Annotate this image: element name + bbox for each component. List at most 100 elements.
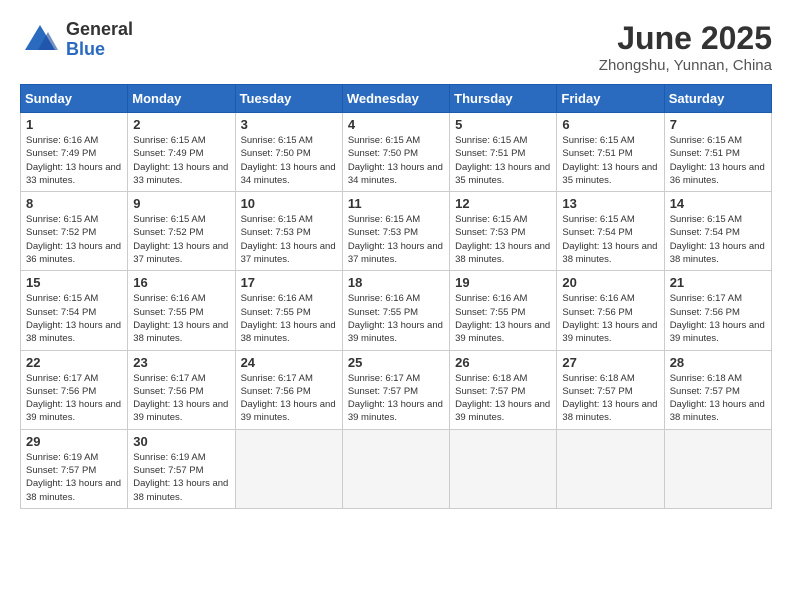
day-number: 12 xyxy=(455,196,551,211)
col-header-saturday: Saturday xyxy=(664,85,771,113)
day-info: Sunrise: 6:16 AMSunset: 7:55 PMDaylight:… xyxy=(348,292,444,345)
day-number: 30 xyxy=(133,434,229,449)
day-number: 14 xyxy=(670,196,766,211)
header-row: SundayMondayTuesdayWednesdayThursdayFrid… xyxy=(21,85,772,113)
day-cell-22: 22 Sunrise: 6:17 AMSunset: 7:56 PMDayligh… xyxy=(21,350,128,429)
day-number: 27 xyxy=(562,355,658,370)
day-cell-3: 3Sunrise: 6:15 AMSunset: 7:50 PMDaylight… xyxy=(235,113,342,192)
logo-icon xyxy=(20,20,60,60)
day-info: Sunrise: 6:16 AMSunset: 7:55 PMDaylight:… xyxy=(241,292,337,345)
calendar-subtitle: Zhongshu, Yunnan, China xyxy=(599,57,772,74)
col-header-sunday: Sunday xyxy=(21,85,128,113)
day-info: Sunrise: 6:15 AMSunset: 7:49 PMDaylight:… xyxy=(133,134,229,187)
day-number: 22 xyxy=(26,355,122,370)
day-number: 20 xyxy=(562,275,658,290)
day-cell-18: 18 Sunrise: 6:16 AMSunset: 7:55 PMDayligh… xyxy=(342,271,449,350)
day-cell-25: 25 Sunrise: 6:17 AMSunset: 7:57 PMDayligh… xyxy=(342,350,449,429)
day-info: Sunrise: 6:15 AMSunset: 7:54 PMDaylight:… xyxy=(26,292,122,345)
header: General Blue June 2025 Zhongshu, Yunnan,… xyxy=(20,20,772,74)
week-row-4: 22 Sunrise: 6:17 AMSunset: 7:56 PMDayligh… xyxy=(21,350,772,429)
day-number: 23 xyxy=(133,355,229,370)
day-info: Sunrise: 6:15 AMSunset: 7:52 PMDaylight:… xyxy=(26,213,122,266)
day-number: 18 xyxy=(348,275,444,290)
day-info: Sunrise: 6:17 AMSunset: 7:56 PMDaylight:… xyxy=(241,372,337,425)
day-info: Sunrise: 6:15 AMSunset: 7:54 PMDaylight:… xyxy=(562,213,658,266)
day-info: Sunrise: 6:17 AMSunset: 7:56 PMDaylight:… xyxy=(133,372,229,425)
day-info: Sunrise: 6:15 AMSunset: 7:53 PMDaylight:… xyxy=(241,213,337,266)
day-info: Sunrise: 6:18 AMSunset: 7:57 PMDaylight:… xyxy=(455,372,551,425)
day-cell-24: 24 Sunrise: 6:17 AMSunset: 7:56 PMDayligh… xyxy=(235,350,342,429)
day-info: Sunrise: 6:16 AMSunset: 7:49 PMDaylight:… xyxy=(26,134,122,187)
day-number: 1 xyxy=(26,117,122,132)
day-cell-13: 13 Sunrise: 6:15 AMSunset: 7:54 PMDayligh… xyxy=(557,192,664,271)
day-number: 17 xyxy=(241,275,337,290)
day-cell-20: 20 Sunrise: 6:16 AMSunset: 7:56 PMDayligh… xyxy=(557,271,664,350)
day-info: Sunrise: 6:19 AMSunset: 7:57 PMDaylight:… xyxy=(133,451,229,504)
col-header-thursday: Thursday xyxy=(450,85,557,113)
col-header-friday: Friday xyxy=(557,85,664,113)
empty-cell xyxy=(450,429,557,508)
day-cell-23: 23 Sunrise: 6:17 AMSunset: 7:56 PMDayligh… xyxy=(128,350,235,429)
logo-general: General xyxy=(66,20,133,40)
day-info: Sunrise: 6:15 AMSunset: 7:51 PMDaylight:… xyxy=(455,134,551,187)
day-cell-6: 6 Sunrise: 6:15 AMSunset: 7:51 PMDaylight… xyxy=(557,113,664,192)
day-cell-30: 30 Sunrise: 6:19 AMSunset: 7:57 PMDayligh… xyxy=(128,429,235,508)
day-number: 29 xyxy=(26,434,122,449)
week-row-1: 1 Sunrise: 6:16 AMSunset: 7:49 PMDaylight… xyxy=(21,113,772,192)
day-number: 13 xyxy=(562,196,658,211)
day-number: 11 xyxy=(348,196,444,211)
day-info: Sunrise: 6:16 AMSunset: 7:55 PMDaylight:… xyxy=(133,292,229,345)
day-cell-27: 27 Sunrise: 6:18 AMSunset: 7:57 PMDayligh… xyxy=(557,350,664,429)
day-number: 21 xyxy=(670,275,766,290)
logo-blue: Blue xyxy=(66,40,133,60)
logo-text: General Blue xyxy=(66,20,133,60)
day-info: Sunrise: 6:16 AMSunset: 7:55 PMDaylight:… xyxy=(455,292,551,345)
day-cell-15: 15Sunrise: 6:15 AMSunset: 7:54 PMDayligh… xyxy=(21,271,128,350)
day-cell-10: 10 Sunrise: 6:15 AMSunset: 7:53 PMDayligh… xyxy=(235,192,342,271)
day-cell-2: 2 Sunrise: 6:15 AMSunset: 7:49 PMDaylight… xyxy=(128,113,235,192)
day-info: Sunrise: 6:19 AMSunset: 7:57 PMDaylight:… xyxy=(26,451,122,504)
day-info: Sunrise: 6:15 AMSunset: 7:53 PMDaylight:… xyxy=(348,213,444,266)
day-info: Sunrise: 6:17 AMSunset: 7:56 PMDaylight:… xyxy=(670,292,766,345)
day-number: 26 xyxy=(455,355,551,370)
day-info: Sunrise: 6:17 AMSunset: 7:57 PMDaylight:… xyxy=(348,372,444,425)
day-number: 5 xyxy=(455,117,551,132)
empty-cell xyxy=(557,429,664,508)
day-info: Sunrise: 6:18 AMSunset: 7:57 PMDaylight:… xyxy=(670,372,766,425)
day-cell-14: 14Sunrise: 6:15 AMSunset: 7:54 PMDayligh… xyxy=(664,192,771,271)
day-number: 2 xyxy=(133,117,229,132)
day-cell-7: 7Sunrise: 6:15 AMSunset: 7:51 PMDaylight… xyxy=(664,113,771,192)
day-cell-26: 26 Sunrise: 6:18 AMSunset: 7:57 PMDayligh… xyxy=(450,350,557,429)
empty-cell xyxy=(235,429,342,508)
day-cell-21: 21 Sunrise: 6:17 AMSunset: 7:56 PMDayligh… xyxy=(664,271,771,350)
day-number: 7 xyxy=(670,117,766,132)
day-cell-5: 5 Sunrise: 6:15 AMSunset: 7:51 PMDaylight… xyxy=(450,113,557,192)
day-cell-1: 1 Sunrise: 6:16 AMSunset: 7:49 PMDaylight… xyxy=(21,113,128,192)
day-cell-4: 4Sunrise: 6:15 AMSunset: 7:50 PMDaylight… xyxy=(342,113,449,192)
day-info: Sunrise: 6:15 AMSunset: 7:53 PMDaylight:… xyxy=(455,213,551,266)
day-info: Sunrise: 6:18 AMSunset: 7:57 PMDaylight:… xyxy=(562,372,658,425)
day-info: Sunrise: 6:17 AMSunset: 7:56 PMDaylight:… xyxy=(26,372,122,425)
empty-cell xyxy=(342,429,449,508)
day-number: 16 xyxy=(133,275,229,290)
day-number: 3 xyxy=(241,117,337,132)
calendar-table: SundayMondayTuesdayWednesdayThursdayFrid… xyxy=(20,84,772,509)
day-number: 9 xyxy=(133,196,229,211)
day-number: 10 xyxy=(241,196,337,211)
col-header-tuesday: Tuesday xyxy=(235,85,342,113)
day-number: 6 xyxy=(562,117,658,132)
day-info: Sunrise: 6:16 AMSunset: 7:56 PMDaylight:… xyxy=(562,292,658,345)
week-row-3: 15Sunrise: 6:15 AMSunset: 7:54 PMDayligh… xyxy=(21,271,772,350)
day-cell-28: 28Sunrise: 6:18 AMSunset: 7:57 PMDayligh… xyxy=(664,350,771,429)
empty-cell xyxy=(664,429,771,508)
day-cell-12: 12 Sunrise: 6:15 AMSunset: 7:53 PMDayligh… xyxy=(450,192,557,271)
day-info: Sunrise: 6:15 AMSunset: 7:52 PMDaylight:… xyxy=(133,213,229,266)
day-cell-29: 29 Sunrise: 6:19 AMSunset: 7:57 PMDayligh… xyxy=(21,429,128,508)
title-section: June 2025 Zhongshu, Yunnan, China xyxy=(599,20,772,74)
day-number: 25 xyxy=(348,355,444,370)
day-number: 24 xyxy=(241,355,337,370)
day-cell-9: 9 Sunrise: 6:15 AMSunset: 7:52 PMDaylight… xyxy=(128,192,235,271)
day-cell-16: 16 Sunrise: 6:16 AMSunset: 7:55 PMDayligh… xyxy=(128,271,235,350)
day-info: Sunrise: 6:15 AMSunset: 7:51 PMDaylight:… xyxy=(562,134,658,187)
calendar-title: June 2025 xyxy=(599,20,772,57)
